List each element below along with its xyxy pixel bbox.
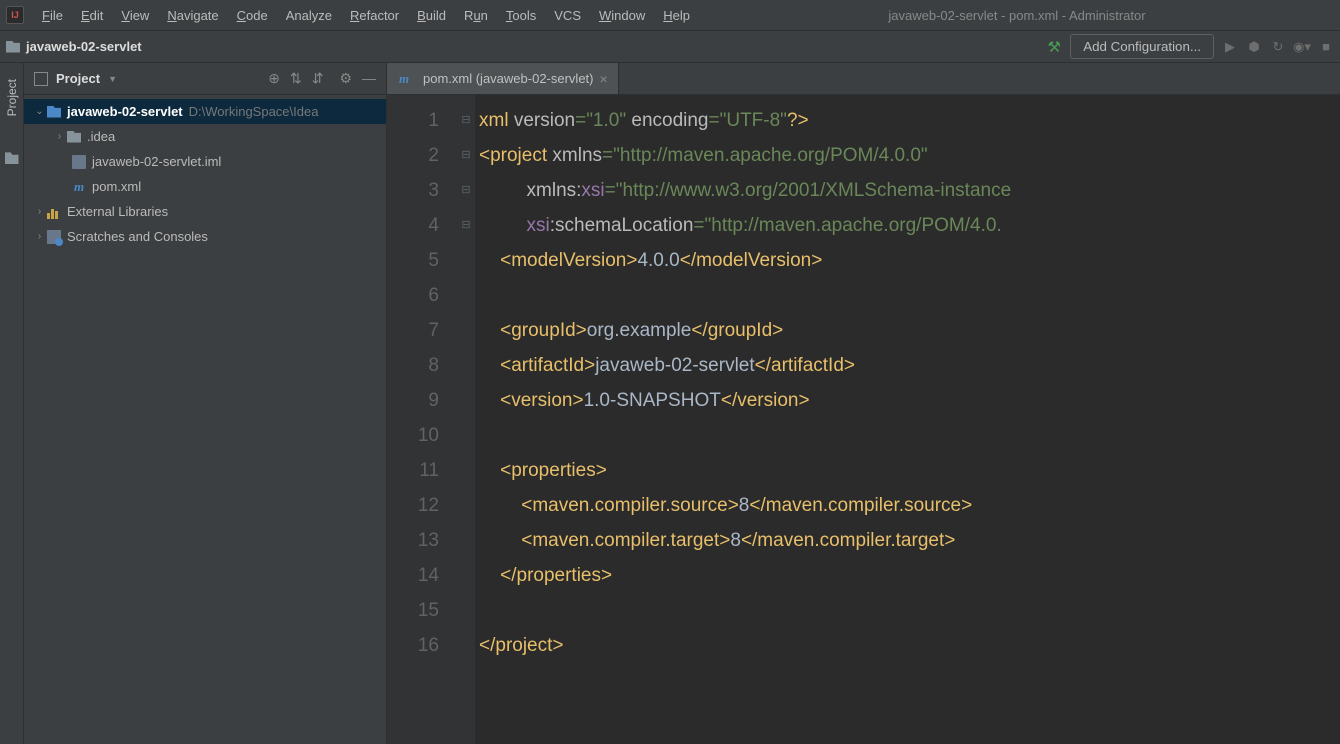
coverage-icon[interactable]: ↻ — [1270, 39, 1286, 55]
close-icon[interactable]: × — [600, 71, 608, 87]
menu-window[interactable]: Window — [591, 4, 653, 27]
tree-idea-folder[interactable]: › .idea — [24, 124, 386, 149]
structure-tool-icon[interactable] — [5, 152, 19, 164]
chevron-right-icon[interactable]: › — [52, 131, 67, 142]
tree-scratch-label: Scratches and Consoles — [67, 229, 208, 244]
menu-tools[interactable]: Tools — [498, 4, 544, 27]
tree-root[interactable]: ⌄ javaweb-02-servlet D:\WorkingSpace\Ide… — [24, 99, 386, 124]
locate-icon[interactable]: ⊕ — [268, 70, 280, 87]
tree-root-path: D:\WorkingSpace\Idea — [189, 104, 319, 119]
editor-tabs: m pom.xml (javaweb-02-servlet) × — [387, 63, 1340, 95]
tree-scratches[interactable]: › Scratches and Consoles — [24, 224, 386, 249]
editor-area: m pom.xml (javaweb-02-servlet) × 1234567… — [387, 63, 1340, 744]
library-icon — [47, 205, 61, 219]
project-tree: ⌄ javaweb-02-servlet D:\WorkingSpace\Ide… — [24, 95, 386, 744]
chevron-right-icon[interactable]: › — [32, 231, 47, 242]
tab-pom[interactable]: m pom.xml (javaweb-02-servlet) × — [387, 63, 619, 94]
chevron-down-icon[interactable]: ⌄ — [32, 106, 47, 117]
hide-icon[interactable]: — — [362, 70, 376, 87]
line-number-gutter: 12345678910111213141516 — [387, 95, 457, 744]
menu-help[interactable]: Help — [655, 4, 698, 27]
project-tool-label[interactable]: Project — [5, 73, 19, 122]
project-sidebar: Project ▼ ⊕ ⇅ ⇵ ⚙ — ⌄ javaweb-02-servlet… — [24, 63, 387, 744]
project-view-icon — [34, 72, 48, 86]
menu-bar: IJ File Edit View Navigate Code Analyze … — [0, 0, 1340, 30]
folder-icon — [67, 131, 81, 143]
collapse-all-icon[interactable]: ⇵ — [312, 70, 324, 87]
menu-analyze[interactable]: Analyze — [278, 4, 340, 27]
main-area: Project Project ▼ ⊕ ⇅ ⇵ ⚙ — ⌄ javaweb-02… — [0, 63, 1340, 744]
add-configuration-button[interactable]: Add Configuration... — [1070, 34, 1214, 59]
settings-icon[interactable]: ⚙ — [339, 70, 352, 87]
navigation-bar: javaweb-02-servlet ⚒ Add Configuration..… — [0, 30, 1340, 63]
app-icon: IJ — [6, 6, 24, 24]
tree-pom-label: pom.xml — [92, 179, 141, 194]
scratch-icon — [47, 230, 61, 244]
menu-refactor[interactable]: Refactor — [342, 4, 407, 27]
menu-file[interactable]: File — [34, 4, 71, 27]
tree-idea-label: .idea — [87, 129, 115, 144]
menu-vcs[interactable]: VCS — [546, 4, 589, 27]
window-title: javaweb-02-servlet - pom.xml - Administr… — [868, 8, 1165, 23]
tree-external-libs[interactable]: › External Libraries — [24, 199, 386, 224]
profiler-icon[interactable]: ◉▾ — [1294, 39, 1310, 55]
menu-code[interactable]: Code — [229, 4, 276, 27]
maven-icon: m — [397, 72, 411, 86]
tree-pom-file[interactable]: m pom.xml — [24, 174, 386, 199]
chevron-right-icon[interactable]: › — [32, 206, 47, 217]
sidebar-title[interactable]: Project — [56, 71, 100, 86]
menu-run[interactable]: Run — [456, 4, 496, 27]
tab-pom-label: pom.xml (javaweb-02-servlet) — [423, 71, 594, 86]
file-icon — [72, 155, 86, 169]
menu-edit[interactable]: Edit — [73, 4, 111, 27]
breadcrumb-project[interactable]: javaweb-02-servlet — [26, 39, 142, 54]
code-content[interactable]: xml version="1.0" encoding="UTF-8"?><pro… — [475, 95, 1340, 744]
stop-icon[interactable]: ■ — [1318, 39, 1334, 55]
tree-iml-label: javaweb-02-servlet.iml — [92, 154, 221, 169]
menu-build[interactable]: Build — [409, 4, 454, 27]
maven-icon: m — [72, 180, 86, 194]
debug-icon[interactable]: ⬢ — [1246, 39, 1262, 55]
menu-view[interactable]: View — [113, 4, 157, 27]
module-folder-icon — [47, 106, 61, 118]
tree-ext-label: External Libraries — [67, 204, 168, 219]
folder-icon — [6, 41, 20, 53]
tree-iml-file[interactable]: javaweb-02-servlet.iml — [24, 149, 386, 174]
code-editor[interactable]: 12345678910111213141516 ⊟ ⊟ ⊟ ⊟ xml vers… — [387, 95, 1340, 744]
left-tool-gutter: Project — [0, 63, 24, 744]
dropdown-icon[interactable]: ▼ — [108, 74, 117, 84]
run-icon[interactable]: ▶ — [1222, 39, 1238, 55]
menu-navigate[interactable]: Navigate — [159, 4, 226, 27]
expand-all-icon[interactable]: ⇅ — [290, 70, 302, 87]
tree-root-label: javaweb-02-servlet — [67, 104, 183, 119]
build-icon[interactable]: ⚒ — [1046, 39, 1062, 55]
sidebar-header: Project ▼ ⊕ ⇅ ⇵ ⚙ — — [24, 63, 386, 95]
fold-gutter[interactable]: ⊟ ⊟ ⊟ ⊟ — [457, 95, 475, 744]
